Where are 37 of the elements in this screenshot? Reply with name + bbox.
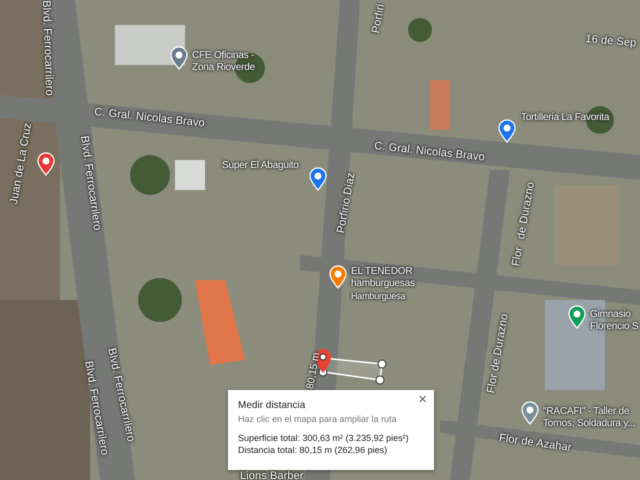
place-label[interactable]: Tornos, Soldadura y... xyxy=(543,418,636,430)
street-label: Porfiri xyxy=(370,3,387,34)
distance-label: 80,15 m xyxy=(305,352,322,390)
street-label: C. Gral. Nicolas Bravo xyxy=(374,140,486,164)
measurement-text: Distancia total: 80,15 m (262,96 pies) xyxy=(238,444,388,456)
building-roof xyxy=(175,160,205,190)
tree xyxy=(138,278,182,322)
building-roof xyxy=(115,25,185,65)
tree xyxy=(130,155,170,195)
place-label[interactable]: Super El Abaguito xyxy=(222,160,299,172)
place-label[interactable]: EL TENEDOR xyxy=(351,266,415,278)
popup-title: Medir distancia xyxy=(238,400,306,411)
place-label[interactable]: Tortilleria La Favorita xyxy=(521,112,610,124)
street-label: 16 de Sep xyxy=(584,33,637,50)
measurement-text: Superficie total: 300,63 m² (3.235,92 pies²) xyxy=(238,432,410,444)
place-label[interactable]: Gimnasio xyxy=(590,309,638,321)
building-roof xyxy=(430,80,450,130)
close-button[interactable]: × xyxy=(416,392,429,408)
street-label: Blvd. Ferrocarrilero xyxy=(78,135,104,232)
street-label: de Durazno xyxy=(515,181,537,240)
place-label[interactable]: Zona Rioverde xyxy=(192,62,255,74)
street-label: Porfirio Diaz xyxy=(335,172,358,234)
tree xyxy=(408,18,432,42)
street-label: C. Gral. Nicolas Bravo xyxy=(94,106,206,130)
street-label: Flor de Durazno xyxy=(485,312,511,394)
place-label[interactable]: CFE Oficinas - xyxy=(192,50,255,62)
street-label: Flor de Azahar xyxy=(498,432,572,454)
popup-hint: Haz clic en el mapa para ampliar la ruta xyxy=(238,414,398,424)
place-label[interactable]: Florencio S xyxy=(590,321,638,333)
street-label: Blvd. Ferrocarrilero xyxy=(82,360,111,456)
street-label: Juan de La Cruz xyxy=(8,122,34,206)
place-label[interactable]: hamburguesas xyxy=(351,278,415,290)
place-label[interactable]: Hamburguesa xyxy=(351,290,415,302)
place-label[interactable]: "RACAFI" - Taller de xyxy=(543,406,636,418)
street-label: Blvd. Ferrocarrilero xyxy=(40,0,56,96)
street-label: Lions Barber xyxy=(240,470,304,480)
street-label: Flor xyxy=(510,246,526,268)
